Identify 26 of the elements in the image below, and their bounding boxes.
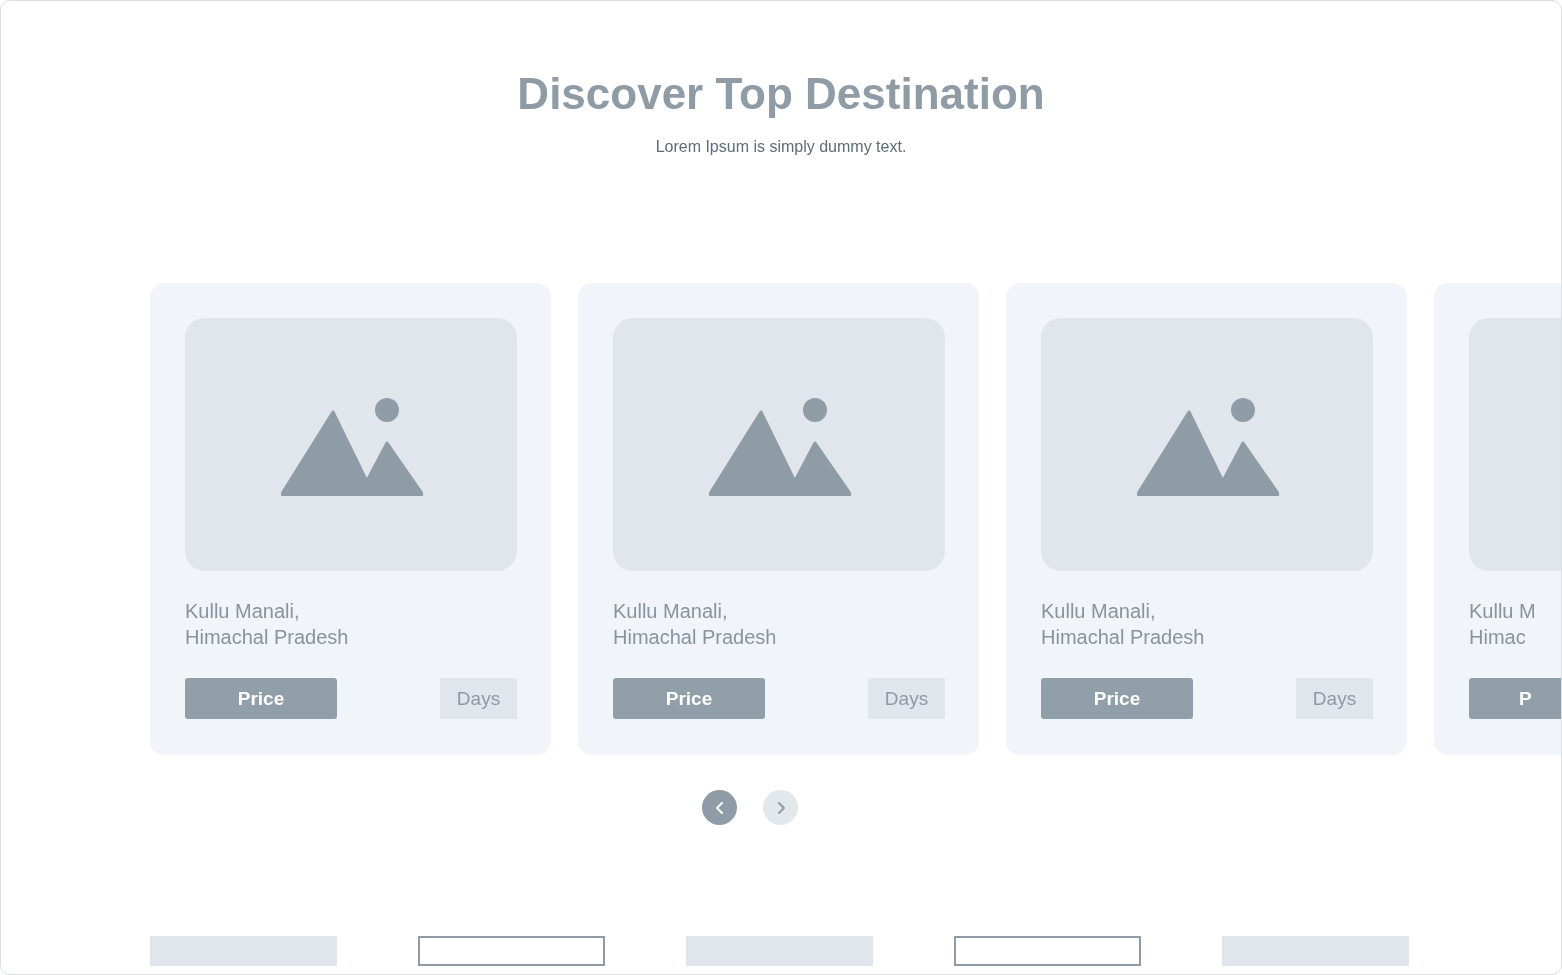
image-icon: [281, 397, 425, 496]
days-button[interactable]: Days: [868, 678, 945, 719]
destination-name: Kullu Manali, Himachal Pradesh: [613, 599, 778, 650]
destination-name: Kullu M Himac: [1469, 599, 1537, 650]
price-button[interactable]: P: [1469, 678, 1561, 719]
price-button[interactable]: Price: [185, 678, 337, 719]
price-button[interactable]: Price: [613, 678, 765, 719]
destination-name: Kullu Manali, Himachal Pradesh: [185, 599, 350, 650]
chevron-right-icon: [775, 800, 786, 815]
chevron-left-icon: [714, 800, 725, 815]
previous-button[interactable]: [702, 790, 737, 825]
destination-card[interactable]: Kullu Manali, Himachal Pradesh Price Days: [150, 283, 551, 755]
category-button[interactable]: [954, 936, 1141, 966]
category-button[interactable]: [418, 936, 605, 966]
image-icon: [709, 397, 853, 496]
destination-name: Kullu Manali, Himachal Pradesh: [1041, 599, 1206, 650]
days-button[interactable]: Days: [1296, 678, 1373, 719]
destination-card[interactable]: Kullu Manali, Himachal Pradesh Price Days: [1006, 283, 1407, 755]
destination-card[interactable]: Kullu Manali, Himachal Pradesh Price Days: [578, 283, 979, 755]
image-icon: [1137, 397, 1281, 496]
days-button[interactable]: Days: [440, 678, 517, 719]
next-button[interactable]: [763, 790, 798, 825]
destination-card[interactable]: Kullu M Himac P: [1434, 283, 1561, 755]
price-button[interactable]: Price: [1041, 678, 1193, 719]
section-subtitle: Lorem Ipsum is simply dummy text.: [655, 137, 907, 157]
section-title: Discover Top Destination: [517, 69, 1045, 119]
